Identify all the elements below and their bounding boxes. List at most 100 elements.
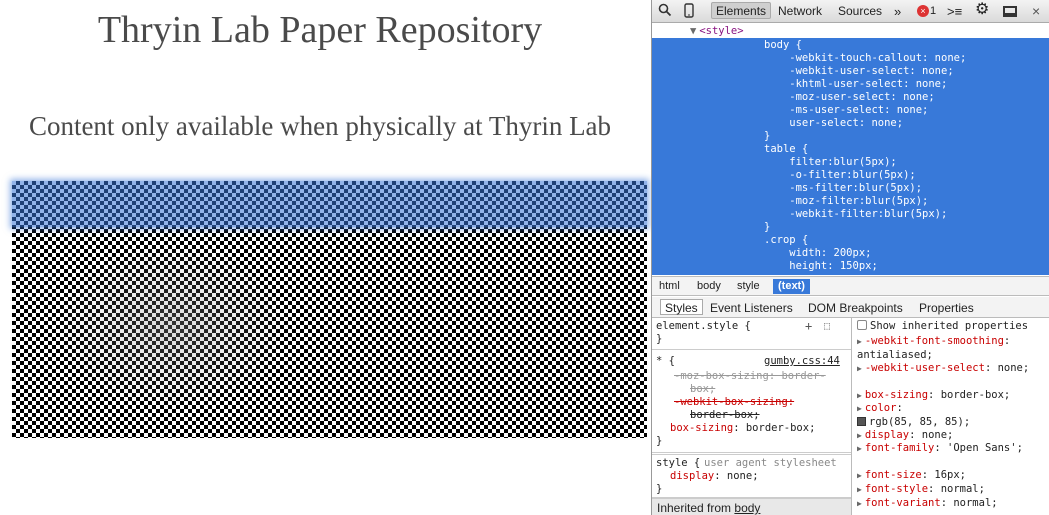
styles-pane: element.style { + ⬚ } * { gumby.css:44 -…: [652, 318, 852, 515]
page-subtitle: Content only available when physically a…: [28, 111, 612, 141]
computed-property[interactable]: ▶ -webkit-user-select: none;: [857, 362, 1047, 376]
tab-properties[interactable]: Properties: [919, 300, 974, 316]
breadcrumb-style[interactable]: style: [737, 279, 760, 294]
computed-property-value: antialiased;: [857, 348, 933, 361]
computed-property[interactable]: ▶ font-family: 'Open Sans';: [857, 442, 1047, 456]
computed-property-name: font-variant: [864, 497, 941, 509]
gear-icon[interactable]: ⚙: [975, 1, 989, 18]
tab-dom-breakpoints[interactable]: DOM Breakpoints: [808, 300, 903, 316]
active-property[interactable]: display: none;: [670, 470, 759, 483]
computed-property-name: font-style: [864, 483, 929, 495]
show-inherited-toggle[interactable]: Show inherited properties: [857, 320, 1028, 334]
property-name: box-sizing: [670, 422, 734, 434]
breadcrumb-body[interactable]: body: [697, 279, 721, 294]
error-count[interactable]: 1: [930, 3, 936, 20]
breadcrumb-html[interactable]: html: [659, 279, 680, 294]
blurred-table: [12, 181, 647, 438]
tree-node-style[interactable]: ▼ <style>: [690, 25, 744, 38]
expand-triangle-icon[interactable]: ▶: [857, 364, 862, 373]
overridden-property[interactable]: -moz-box-sizing: border-: [674, 370, 826, 383]
tab-sources[interactable]: Sources: [838, 3, 882, 20]
expand-arrow-icon[interactable]: ▼: [690, 25, 696, 37]
computed-property-name: font-size: [864, 469, 922, 481]
more-tabs-chevron-icon[interactable]: »: [894, 3, 901, 20]
overridden-property[interactable]: -webkit-box-sizing:: [674, 396, 794, 409]
inherited-from-link[interactable]: body: [734, 501, 760, 515]
element-style-section[interactable]: element.style { + ⬚ }: [652, 318, 851, 350]
computed-property-value: normal;: [940, 483, 985, 495]
computed-property[interactable]: ▶ box-sizing: border-box;: [857, 389, 1047, 403]
selected-text-node[interactable]: body { -webkit-touch-callout: none; -web…: [652, 38, 1049, 275]
computed-property-value: none;: [921, 429, 954, 441]
active-property[interactable]: box-sizing: border-box;: [670, 422, 815, 435]
computed-property-name: -webkit-user-select: [864, 362, 985, 374]
elements-tree[interactable]: ▼ <style> body { -webkit-touch-callout: n…: [652, 23, 1049, 275]
rule-selector: * {: [656, 355, 675, 367]
expand-triangle-icon[interactable]: ▶: [857, 499, 862, 508]
rule-source: user agent stylesheet: [704, 457, 837, 469]
blur-artifact: [52, 241, 292, 411]
web-page: Thryin Lab Paper Repository Content only…: [0, 0, 651, 515]
show-inherited-label: Show inherited properties: [870, 320, 1029, 332]
computed-property-value: normal;: [953, 497, 998, 509]
devtools-toolbar: Elements Network Sources » × 1 >≡ ⚙ ×: [652, 0, 1049, 23]
computed-property[interactable]: ▶ font-style: normal;: [857, 483, 1047, 497]
computed-pane: Show inherited properties ▶ -webkit-font-…: [857, 318, 1049, 515]
color-swatch[interactable]: [857, 416, 866, 426]
css-source-text: body { -webkit-touch-callout: none; -web…: [764, 39, 967, 272]
computed-property-name: display: [864, 429, 910, 441]
tab-event-listeners[interactable]: Event Listeners: [710, 300, 793, 316]
universal-rule-section[interactable]: * { gumby.css:44 -moz-box-sizing: border…: [652, 353, 851, 453]
user-agent-rule-section[interactable]: style { user agent stylesheet display: n…: [652, 454, 851, 498]
sidebar-tabs: Styles Event Listeners DOM Breakpoints P…: [652, 297, 1049, 318]
inherited-label: Inherited from: [657, 501, 732, 515]
computed-property[interactable]: ▶ -webkit-font-smoothing: antialiased;: [857, 335, 1047, 362]
expand-triangle-icon[interactable]: ▶: [857, 431, 862, 440]
computed-property-name: box-sizing: [864, 389, 929, 401]
devtools-panel: Elements Network Sources » × 1 >≡ ⚙ × ▼ <…: [651, 0, 1049, 515]
tab-styles[interactable]: Styles: [660, 299, 703, 315]
element-highlight-overlay: [12, 181, 647, 227]
expand-triangle-icon[interactable]: ▶: [857, 404, 862, 413]
computed-property-value: border-box;: [940, 389, 1011, 401]
breadcrumb: html body style (text): [652, 276, 1049, 296]
computed-property[interactable]: ▶ display: none;: [857, 429, 1047, 443]
computed-property-value: rgb(85, 85, 85);: [869, 415, 971, 428]
color-picker-icon[interactable]: ⬚: [824, 320, 830, 333]
error-icon[interactable]: ×: [917, 5, 929, 17]
computed-property-name: color: [864, 402, 897, 414]
computed-property-value: none;: [997, 362, 1030, 374]
property-name: display: [670, 470, 715, 482]
expand-triangle-icon[interactable]: ▶: [857, 471, 862, 480]
computed-property[interactable]: ▶ color: rgb(85, 85, 85);: [857, 402, 1047, 429]
computed-property-value: 'Open Sans';: [947, 442, 1023, 454]
new-rule-plus-icon[interactable]: +: [805, 320, 812, 333]
element-style-close: }: [656, 333, 663, 345]
breadcrumb-text[interactable]: (text): [773, 279, 810, 294]
tab-network[interactable]: Network: [778, 3, 822, 20]
tree-node-label: <style>: [699, 25, 744, 37]
dock-side-icon[interactable]: [1003, 6, 1017, 17]
property-value: : border-box;: [733, 422, 816, 434]
console-drawer-icon[interactable]: >≡: [947, 3, 962, 20]
computed-property-name: -webkit-font-smoothing: [864, 335, 1004, 347]
expand-triangle-icon[interactable]: ▶: [857, 485, 862, 494]
expand-triangle-icon[interactable]: ▶: [857, 444, 862, 453]
computed-property-value: 16px;: [934, 469, 966, 481]
checkbox[interactable]: [857, 320, 867, 330]
inspect-search-icon[interactable]: [658, 3, 674, 20]
overridden-property-cont: box;: [690, 383, 716, 395]
computed-property[interactable]: ▶ font-variant: normal;: [857, 497, 1047, 511]
computed-property[interactable]: ▶ font-size: 16px;: [857, 469, 1047, 483]
rule-source-link[interactable]: gumby.css:44: [764, 355, 840, 368]
device-mode-icon[interactable]: [684, 3, 696, 20]
overridden-value: border-box;: [690, 409, 760, 421]
rule-selector: style {: [656, 457, 701, 469]
page-title: Thryin Lab Paper Repository: [97, 9, 543, 51]
rule-close: }: [656, 483, 663, 495]
expand-triangle-icon[interactable]: ▶: [857, 391, 862, 400]
tab-elements[interactable]: Elements: [711, 2, 772, 19]
expand-triangle-icon[interactable]: ▶: [857, 337, 862, 346]
element-style-selector: element.style {: [656, 320, 751, 332]
close-icon[interactable]: ×: [1032, 3, 1040, 20]
